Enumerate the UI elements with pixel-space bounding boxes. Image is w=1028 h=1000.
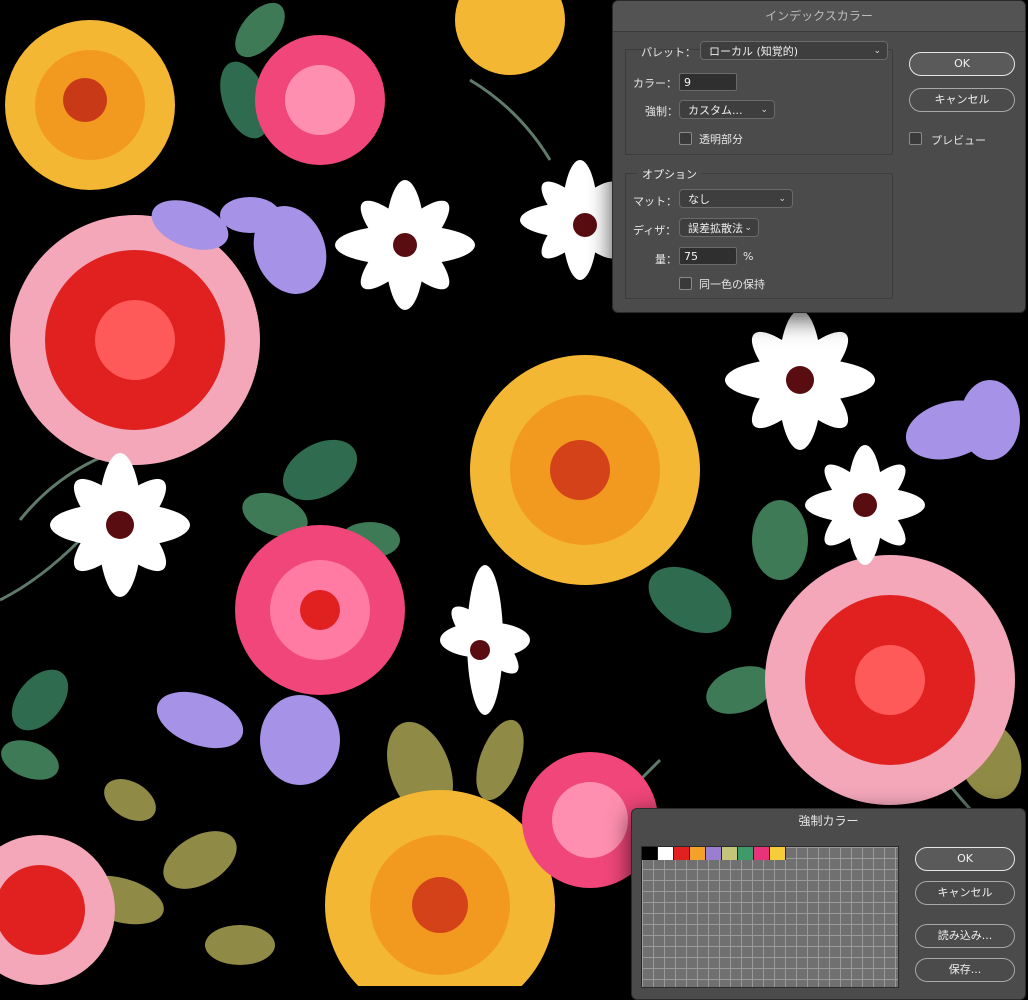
color-swatch[interactable] — [674, 847, 690, 860]
chevron-down-icon: ⌄ — [873, 46, 881, 56]
preview-label: プレビュー — [931, 134, 986, 147]
color-swatch[interactable] — [690, 847, 706, 860]
chevron-down-icon: ⌄ — [778, 194, 786, 204]
transparency-label: 透明部分 — [699, 133, 743, 146]
dither-label: ディザ： — [633, 224, 677, 237]
amount-unit: % — [743, 250, 754, 263]
forced-select-value: カスタム... — [688, 104, 743, 117]
preserve-checkbox[interactable] — [679, 277, 692, 290]
preserve-label: 同一色の保持 — [699, 278, 765, 291]
save-button[interactable]: 保存... — [915, 958, 1015, 982]
matte-select-value: なし — [688, 193, 710, 206]
palette-label: パレット： — [641, 46, 696, 59]
dialog-title: 強制カラー — [798, 814, 859, 828]
amount-input[interactable]: 75 — [679, 247, 737, 265]
preview-checkbox[interactable] — [909, 132, 922, 145]
cancel-button[interactable]: キャンセル — [909, 88, 1015, 112]
matte-label: マット： — [633, 195, 677, 208]
color-swatch[interactable] — [706, 847, 722, 860]
color-swatch[interactable] — [658, 847, 674, 860]
dither-select-value: 誤差拡散法 — [688, 222, 743, 235]
color-swatch[interactable] — [770, 847, 786, 860]
chevron-down-icon: ⌄ — [744, 223, 752, 233]
colors-input[interactable]: 9 — [679, 73, 737, 91]
palette-select[interactable]: ローカル (知覚的) ⌄ — [700, 41, 888, 60]
color-swatch[interactable] — [642, 847, 658, 860]
amount-label: 量： — [655, 253, 677, 266]
load-button[interactable]: 読み込み... — [915, 924, 1015, 948]
transparency-checkbox[interactable] — [679, 132, 692, 145]
color-swatch[interactable] — [722, 847, 738, 860]
cancel-button[interactable]: キャンセル — [915, 881, 1015, 905]
dialog-title: インデックスカラー — [613, 1, 1025, 32]
palette-select-value: ローカル (知覚的) — [709, 45, 799, 58]
ok-button[interactable]: OK — [909, 52, 1015, 76]
forced-select[interactable]: カスタム... ⌄ — [679, 100, 775, 119]
dither-select[interactable]: 誤差拡散法 ⌄ — [679, 218, 759, 237]
forced-label: 強制： — [645, 105, 678, 118]
index-color-dialog: インデックスカラー パレット： ローカル (知覚的) ⌄ カラー： 9 強制： … — [612, 0, 1026, 313]
color-swatch[interactable] — [738, 847, 754, 860]
color-swatch-grid[interactable] — [641, 846, 899, 988]
color-swatch[interactable] — [754, 847, 770, 860]
chevron-down-icon: ⌄ — [760, 105, 768, 115]
colors-label: カラー： — [633, 77, 677, 90]
matte-select[interactable]: なし ⌄ — [679, 189, 793, 208]
options-legend: オプション — [637, 166, 702, 182]
ok-button[interactable]: OK — [915, 847, 1015, 871]
